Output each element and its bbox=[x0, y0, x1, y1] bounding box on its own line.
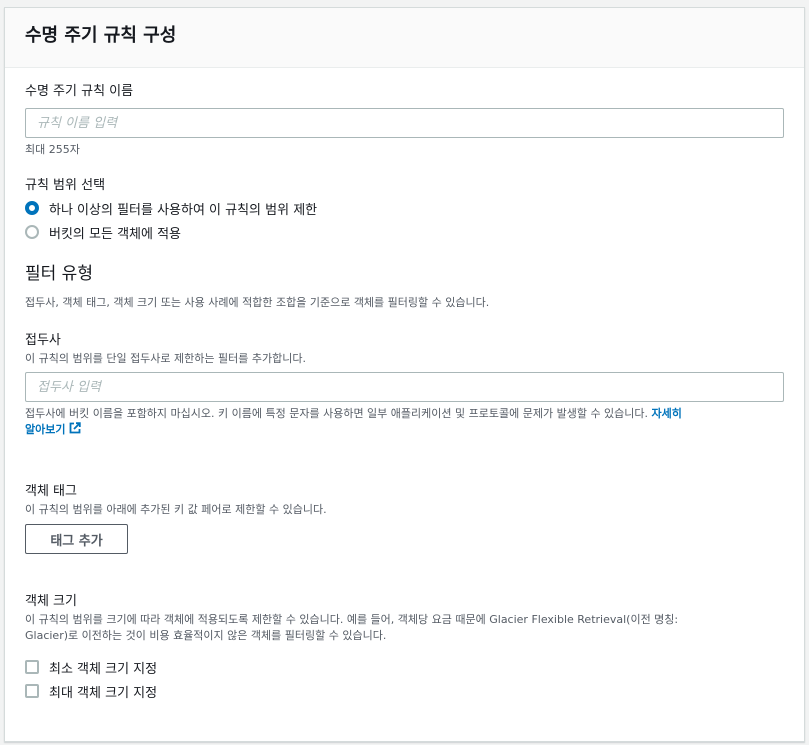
scope-option-label: 하나 이상의 필터를 사용하여 이 규칙의 범위 제한 bbox=[49, 202, 318, 218]
prefix-label: 접두사 bbox=[25, 333, 61, 348]
radio-unselected-icon[interactable] bbox=[25, 225, 39, 239]
scope-option-all[interactable]: 버킷의 모든 객체에 적용 bbox=[25, 222, 181, 242]
prefix-description: 이 규칙의 범위를 단일 접두사로 제한하는 필터를 추가합니다. bbox=[25, 352, 306, 365]
rule-name-label: 수명 주기 규칙 이름 bbox=[25, 84, 134, 99]
object-size-description-line1: 이 규칙의 범위를 크기에 따라 객체에 적용되도록 제한할 수 있습니다. 예… bbox=[25, 613, 679, 626]
panel-title: 수명 주기 규칙 구성 bbox=[25, 25, 177, 46]
lifecycle-rule-panel: 수명 주기 규칙 구성 수명 주기 규칙 이름 최대 255자 규칙 범위 선택… bbox=[4, 7, 805, 742]
prefix-input[interactable] bbox=[25, 372, 784, 402]
external-link-icon bbox=[69, 422, 82, 434]
learn-more-line2: 알아보기 bbox=[25, 423, 66, 436]
learn-more-line1: 자세히 bbox=[651, 407, 682, 420]
prefix-warning: 접두사에 버킷 이름을 포함하지 마십시오. 키 이름에 특정 문자를 사용하면… bbox=[25, 406, 787, 438]
object-size-label: 객체 크기 bbox=[25, 594, 77, 609]
radio-selected-icon[interactable] bbox=[25, 201, 39, 215]
object-size-description: 이 규칙의 범위를 크기에 따라 객체에 적용되도록 제한할 수 있습니다. 예… bbox=[25, 612, 795, 644]
checkbox-icon[interactable] bbox=[25, 684, 39, 698]
rule-name-input[interactable] bbox=[25, 108, 784, 138]
min-size-option[interactable]: 최소 객체 크기 지정 bbox=[25, 657, 157, 677]
filter-type-title: 필터 유형 bbox=[25, 264, 93, 284]
rule-name-hint: 최대 255자 bbox=[25, 143, 80, 156]
panel-content: 수명 주기 규칙 이름 최대 255자 규칙 범위 선택 하나 이상의 필터를 … bbox=[5, 68, 804, 743]
panel-header: 수명 주기 규칙 구성 bbox=[5, 8, 804, 68]
scope-option-label: 버킷의 모든 객체에 적용 bbox=[49, 226, 181, 242]
min-size-label: 최소 객체 크기 지정 bbox=[49, 661, 158, 677]
object-tags-label: 객체 태그 bbox=[25, 484, 77, 499]
scope-label: 규칙 범위 선택 bbox=[25, 178, 106, 193]
filter-type-description: 접두사, 객체 태그, 객체 크기 또는 사용 사례에 적합한 조합을 기준으로… bbox=[25, 296, 490, 309]
object-size-description-line2: Glacier)로 이전하는 것이 비용 효율적이지 않은 객체를 필터링할 수… bbox=[25, 629, 387, 642]
add-tag-button[interactable]: 태그 추가 bbox=[25, 524, 128, 554]
prefix-warning-text: 접두사에 버킷 이름을 포함하지 마십시오. 키 이름에 특정 문자를 사용하면… bbox=[25, 407, 649, 420]
checkbox-icon[interactable] bbox=[25, 660, 39, 674]
max-size-option[interactable]: 최대 객체 크기 지정 bbox=[25, 681, 157, 701]
object-tags-description: 이 규칙의 범위를 아래에 추가된 키 값 페어로 제한할 수 있습니다. bbox=[25, 503, 327, 516]
max-size-label: 최대 객체 크기 지정 bbox=[49, 685, 158, 701]
scope-option-filter[interactable]: 하나 이상의 필터를 사용하여 이 규칙의 범위 제한 bbox=[25, 198, 317, 218]
